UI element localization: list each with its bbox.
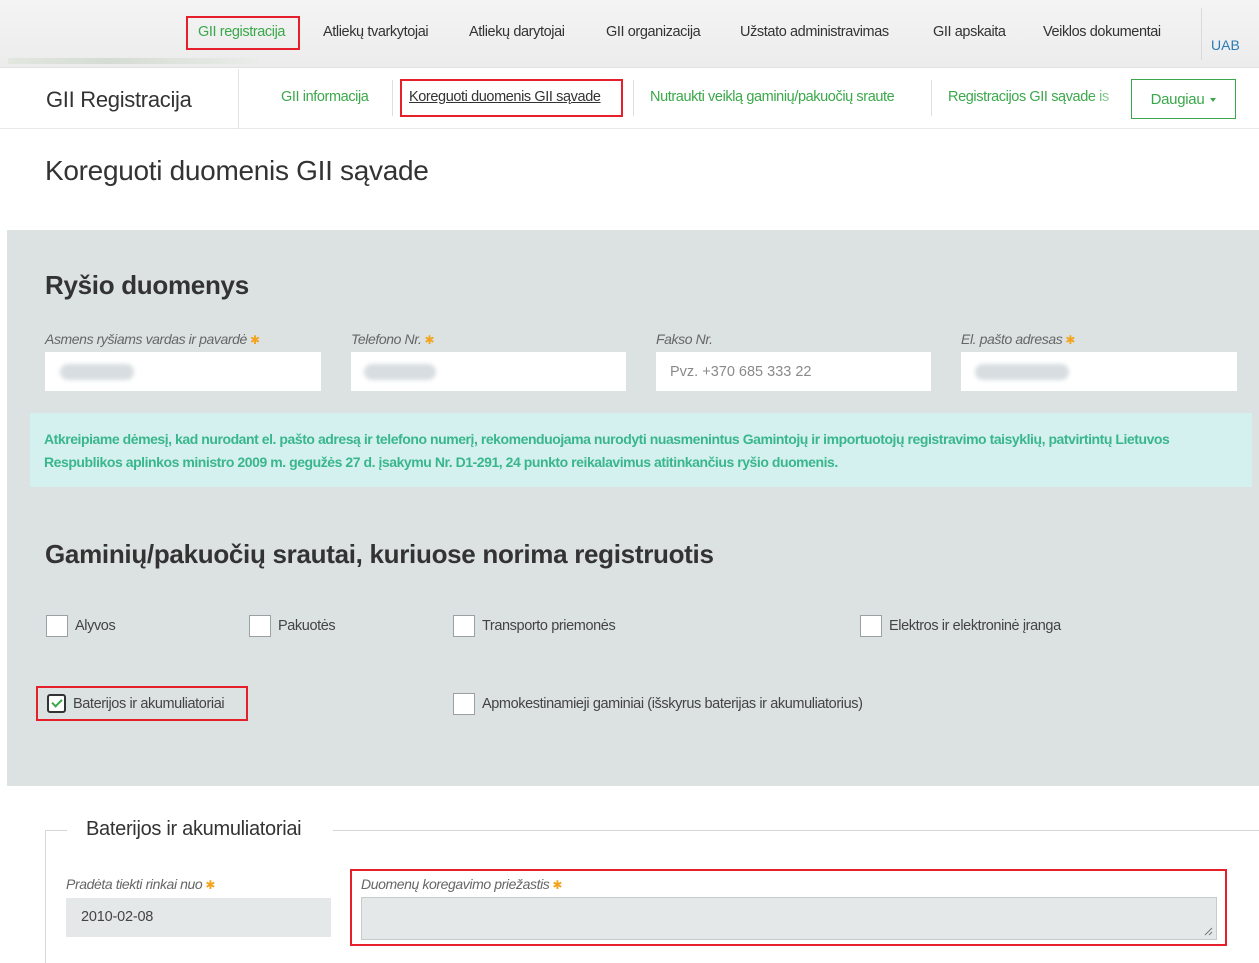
more-dropdown-button[interactable]: Daugiau (1131, 79, 1236, 119)
stream-option-transporto-priemones[interactable]: Transporto priemonės (453, 615, 616, 637)
phone-label-text: Telefono Nr. (351, 331, 422, 347)
highlight-box-reason (350, 869, 1227, 946)
highlight-box-top-nav (186, 16, 300, 50)
stream-option-label: Apmokestinamieji gaminiai (išskyrus bate… (482, 696, 863, 712)
start-date-label-text: Pradėta tiekti rinkai nuo (66, 876, 203, 892)
stream-option-label: Elektros ir elektroninė įranga (889, 618, 1061, 634)
stream-option-label: Pakuotės (278, 618, 336, 634)
redacted-name-value (60, 364, 134, 380)
fax-label-text: Fakso Nr. (656, 331, 713, 347)
brand-divider (238, 69, 239, 129)
checkbox[interactable] (453, 615, 475, 637)
required-asterisk-icon: ✱ (424, 333, 435, 347)
sub-nav-fade (1090, 78, 1130, 118)
redacted-email-value (975, 364, 1069, 380)
sub-nav-registracijos-istorija[interactable]: Registracijos GII sąvade is (948, 89, 1109, 105)
phone-label: Telefono Nr. ✱ (351, 331, 434, 347)
required-asterisk-icon: ✱ (249, 333, 260, 347)
top-nav-divider (1201, 8, 1202, 60)
stream-option-label: Transporto priemonės (482, 618, 616, 634)
top-nav-atlieku-darytojai[interactable]: Atliekų darytojai (469, 24, 565, 40)
stream-option-label: Alyvos (75, 618, 116, 634)
top-nav-gii-organizacija[interactable]: GII organizacija (606, 24, 701, 40)
email-label: El. pašto adresas ✱ (961, 331, 1075, 347)
fieldset-border (45, 830, 46, 963)
section-brand: GII Registracija (46, 87, 192, 112)
top-nav-uzstato-administravimas[interactable]: Užstato administravimas (740, 24, 889, 40)
sub-nav-divider (633, 80, 634, 116)
start-date-label: Pradėta tiekti rinkai nuo ✱ (66, 876, 215, 892)
contact-notice: Atkreipiame dėmesį, kad nurodant el. paš… (30, 413, 1252, 487)
sub-nav-divider (392, 80, 393, 116)
user-company-link[interactable]: UAB (1211, 37, 1240, 53)
checkbox[interactable] (249, 615, 271, 637)
fax-label: Fakso Nr. (656, 331, 713, 347)
contact-section-title: Ryšio duomenys (45, 270, 249, 300)
stream-option-elektros-iranga[interactable]: Elektros ir elektroninė įranga (860, 615, 1061, 637)
caret-down-icon (1210, 98, 1217, 102)
top-nav-veiklos-dokumentai[interactable]: Veiklos dokumentai (1043, 24, 1161, 40)
fax-input[interactable] (656, 352, 931, 391)
battery-section-title: Baterijos ir akumuliatoriai (86, 818, 302, 840)
stream-option-apmokestinamieji[interactable]: Apmokestinamieji gaminiai (išskyrus bate… (453, 693, 863, 715)
more-button-label: Daugiau (1150, 90, 1205, 108)
contact-name-label-text: Asmens ryšiams vardas ir pavardė (45, 331, 247, 347)
required-asterisk-icon: ✱ (205, 878, 215, 892)
sub-nav-gii-informacija[interactable]: GII informacija (281, 89, 369, 105)
page-title: Koreguoti duomenis GII sąvade (45, 155, 429, 186)
checkbox[interactable] (453, 693, 475, 715)
email-label-text: El. pašto adresas (961, 331, 1063, 347)
checkbox[interactable] (46, 615, 68, 637)
top-nav-atlieku-tvarkytojai[interactable]: Atliekų tvarkytojai (323, 24, 429, 40)
stream-option-alyvos[interactable]: Alyvos (46, 615, 116, 637)
highlight-box-checkbox (36, 686, 248, 721)
fieldset-border (45, 830, 67, 831)
top-nav-gii-apskaita[interactable]: GII apskaita (933, 24, 1006, 40)
stream-option-pakuotes[interactable]: Pakuotės (249, 615, 336, 637)
streams-section-title: Gaminių/pakuočių srautai, kuriuose norim… (45, 539, 714, 569)
start-date-value: 2010-02-08 (66, 898, 331, 937)
highlight-box-sub-nav (400, 79, 623, 117)
redacted-phone-value (364, 364, 436, 380)
header-decoration (8, 58, 258, 64)
contact-name-label: Asmens ryšiams vardas ir pavardė ✱ (45, 331, 260, 347)
sub-nav-nutraukti-veikla[interactable]: Nutraukti veiklą gaminių/pakuočių sraute (650, 89, 895, 105)
fieldset-border (333, 830, 1259, 831)
required-asterisk-icon: ✱ (1065, 333, 1076, 347)
sub-nav-divider (931, 80, 932, 116)
checkbox[interactable] (860, 615, 882, 637)
